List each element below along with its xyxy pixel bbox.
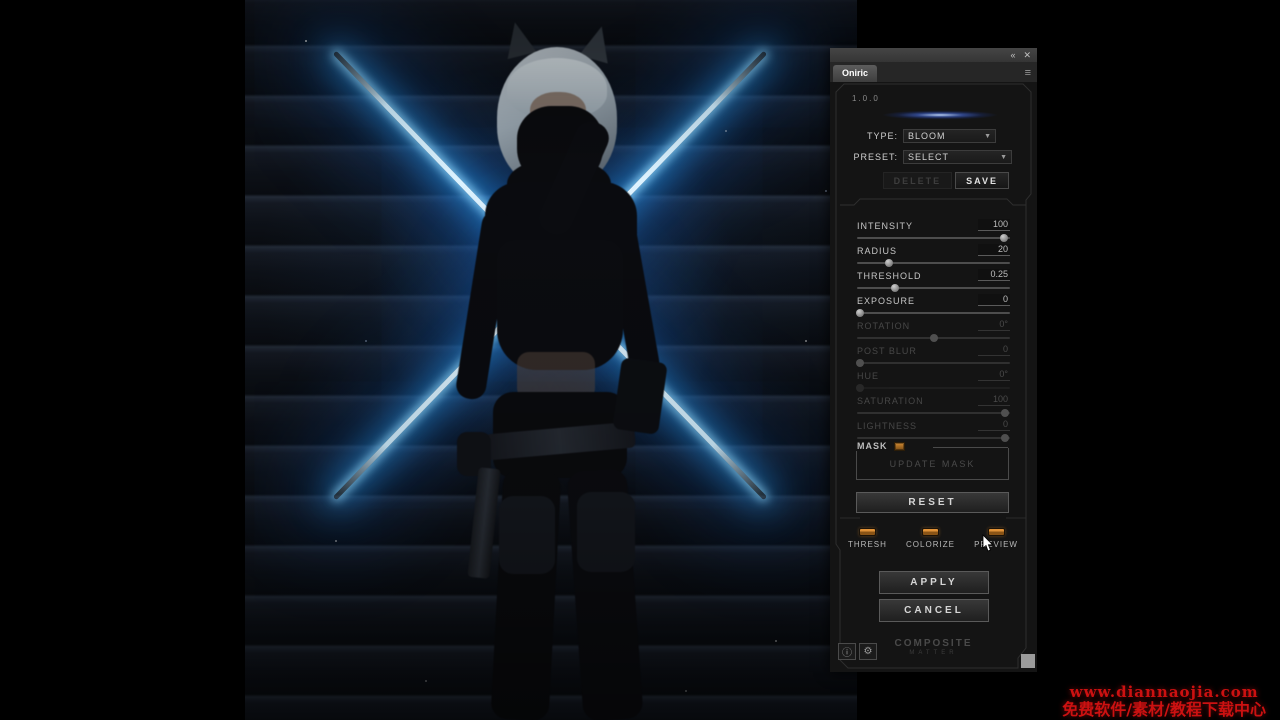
update-mask-button: UPDATE MASK <box>857 448 1008 479</box>
slider-row: POST BLUR 0 <box>857 343 1010 368</box>
slider-thumb[interactable] <box>891 284 899 292</box>
slider-track <box>857 412 1010 414</box>
slider-track[interactable] <box>857 262 1010 264</box>
slider-thumb[interactable] <box>856 309 864 317</box>
type-label: TYPE: <box>830 131 898 141</box>
delete-button: DELETE <box>883 172 953 189</box>
reset-button[interactable]: RESET <box>856 492 1009 513</box>
panel-menu-icon[interactable]: ≡ <box>1025 64 1031 82</box>
screen: « ✕ Oniric ≡ 1.0.0 TYPE: BLOOM ▼ <box>0 0 1280 720</box>
panel-titlebar: « ✕ <box>830 48 1037 62</box>
slider-label: EXPOSURE <box>857 296 915 306</box>
preset-dropdown[interactable]: SELECT ▼ <box>903 150 1012 164</box>
tab-oniric[interactable]: Oniric <box>833 65 877 82</box>
gun <box>467 467 500 579</box>
slider-row: INTENSITY 100 <box>857 218 1010 243</box>
toggle-colorize[interactable]: COLORIZE <box>906 528 955 549</box>
save-button[interactable]: SAVE <box>955 172 1009 189</box>
character-figure <box>245 0 857 720</box>
slider-value: 0° <box>978 369 1010 381</box>
oniric-plugin-panel: « ✕ Oniric ≡ 1.0.0 TYPE: BLOOM ▼ <box>830 48 1037 672</box>
toggle-indicator[interactable] <box>922 528 939 536</box>
preset-buttons: DELETE SAVE <box>830 172 1009 189</box>
watermark: www.diannaojia.com 免费软件/素材/教程下载中心 <box>1062 684 1266 718</box>
slider-label: POST BLUR <box>857 346 917 356</box>
slider-row: SATURATION 100 <box>857 393 1010 418</box>
slider-value: 0 <box>978 344 1010 356</box>
slider-track <box>857 337 1010 339</box>
cancel-button[interactable]: CANCEL <box>879 599 989 622</box>
hip-pouch <box>612 357 668 435</box>
version-label: 1.0.0 <box>852 94 880 103</box>
toggles-row: THRESH COLORIZE PREVIEW <box>848 528 1018 549</box>
slider-track <box>857 362 1010 364</box>
slider-label: LIGHTNESS <box>857 421 917 431</box>
mask-section: MASK UPDATE MASK <box>856 448 1009 480</box>
type-value: BLOOM <box>908 131 984 141</box>
slider-row: RADIUS 20 <box>857 243 1010 268</box>
slider-value: 100 <box>978 394 1010 406</box>
slider-label: HUE <box>857 371 879 381</box>
toggle-indicator[interactable] <box>859 528 876 536</box>
slider-row: LIGHTNESS 0 <box>857 418 1010 443</box>
collapse-panel-icon[interactable]: « <box>1010 51 1015 60</box>
slider-value: 0.25 <box>978 269 1010 281</box>
slider-track <box>857 387 1010 389</box>
thigh-pad-right <box>577 492 635 572</box>
chevron-down-icon: ▼ <box>1000 154 1007 161</box>
slider-value: 0 <box>978 419 1010 431</box>
slider-thumb <box>856 359 864 367</box>
panel-content: 1.0.0 TYPE: BLOOM ▼ PRESET: SELECT ▼ DEL… <box>830 82 1037 672</box>
canvas-image[interactable] <box>245 0 857 720</box>
type-dropdown[interactable]: BLOOM ▼ <box>903 129 996 143</box>
info-icon[interactable]: ⓘ <box>838 643 856 660</box>
preset-value: SELECT <box>908 152 1000 162</box>
slider-row: HUE 0° <box>857 368 1010 393</box>
toggle-label: COLORIZE <box>906 540 955 549</box>
slider-thumb[interactable] <box>885 259 893 267</box>
slider-row: EXPOSURE 0 <box>857 293 1010 318</box>
toggle-label: THRESH <box>848 540 887 549</box>
settings-icon[interactable]: ⚙ <box>859 643 877 660</box>
slider-label: RADIUS <box>857 246 897 256</box>
toggle-indicator[interactable] <box>988 528 1005 536</box>
slider-label: SATURATION <box>857 396 924 406</box>
toggle-preview[interactable]: PREVIEW <box>974 528 1018 549</box>
slider-label: ROTATION <box>857 321 910 331</box>
watermark-caption: 免费软件/素材/教程下载中心 <box>1062 701 1266 718</box>
thigh-pad-left <box>499 496 555 574</box>
slider-label: INTENSITY <box>857 221 913 231</box>
slider-row: ROTATION 0° <box>857 318 1010 343</box>
toggle-thresh[interactable]: THRESH <box>848 528 887 549</box>
sliders-group: INTENSITY 100 RADIUS 20 THRESHOLD 0.25 EXPOSUR… <box>857 218 1010 443</box>
resize-grip[interactable] <box>1021 654 1035 668</box>
preset-row: PRESET: SELECT ▼ <box>830 150 1037 164</box>
slider-thumb[interactable] <box>1000 234 1008 242</box>
slider-thumb <box>856 384 864 392</box>
torso <box>497 240 623 370</box>
apply-button[interactable]: APPLY <box>879 571 989 594</box>
type-row: TYPE: BLOOM ▼ <box>830 129 1037 143</box>
watermark-url: www.diannaojia.com <box>1062 684 1266 701</box>
slider-value: 20 <box>978 244 1010 256</box>
footer-icons: ⓘ ⚙ <box>838 643 877 660</box>
slider-value: 0° <box>978 319 1010 331</box>
slider-thumb <box>1001 409 1009 417</box>
slider-thumb <box>1001 434 1009 442</box>
slider-label: THRESHOLD <box>857 271 922 281</box>
preset-label: PRESET: <box>830 152 898 162</box>
close-panel-icon[interactable]: ✕ <box>1023 51 1031 60</box>
lens-flare-logo <box>870 104 1010 126</box>
slider-thumb <box>930 334 938 342</box>
slider-value: 0 <box>978 294 1010 306</box>
chevron-down-icon: ▼ <box>984 133 991 140</box>
slider-track <box>857 437 1010 439</box>
slider-value: 100 <box>978 219 1010 231</box>
slider-row: THRESHOLD 0.25 <box>857 268 1010 293</box>
toggle-label: PREVIEW <box>974 540 1018 549</box>
panel-tabbar: Oniric ≡ <box>830 62 1037 82</box>
slider-track[interactable] <box>857 237 1010 239</box>
slider-track[interactable] <box>857 312 1010 314</box>
slider-track[interactable] <box>857 287 1010 289</box>
